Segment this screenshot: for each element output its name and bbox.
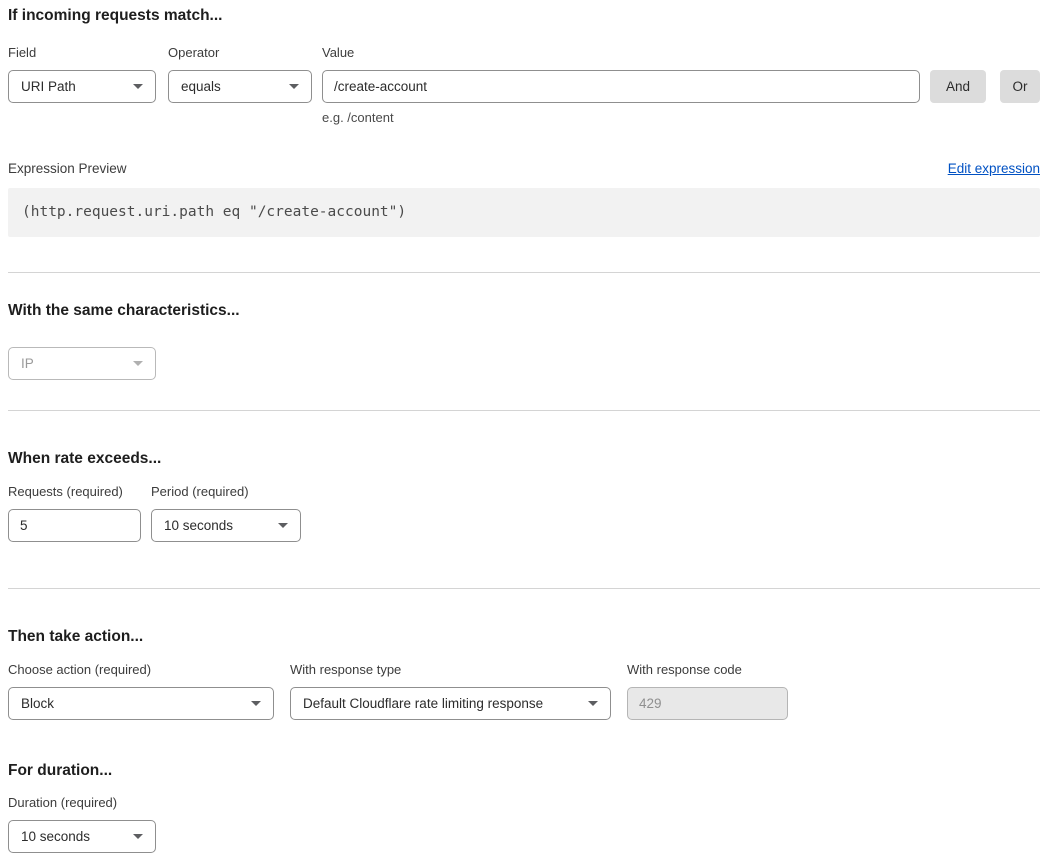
duration-label: Duration (required) — [8, 795, 156, 810]
chevron-down-icon — [133, 834, 143, 839]
or-button[interactable]: Or — [1000, 70, 1040, 103]
match-fields-row: Field URI Path Operator equals Value e.g… — [8, 45, 1040, 125]
edit-expression-link[interactable]: Edit expression — [948, 161, 1040, 176]
choose-action-label: Choose action (required) — [8, 662, 274, 677]
characteristics-section-title: With the same characteristics... — [8, 302, 1040, 320]
duration-section-title: For duration... — [8, 762, 1040, 780]
choose-action-select[interactable]: Block — [8, 687, 274, 720]
chevron-down-icon — [278, 523, 288, 528]
response-type-select[interactable]: Default Cloudflare rate limiting respons… — [290, 687, 611, 720]
requests-input[interactable] — [8, 509, 141, 542]
rate-section-title: When rate exceeds... — [8, 450, 1040, 468]
duration-fields-row: Duration (required) 10 seconds — [8, 795, 1040, 853]
section-divider — [8, 588, 1040, 589]
match-section-title: If incoming requests match... — [8, 7, 1040, 25]
period-select[interactable]: 10 seconds — [151, 509, 301, 542]
requests-label: Requests (required) — [8, 484, 141, 499]
operator-select-value: equals — [181, 79, 221, 94]
response-type-label: With response type — [290, 662, 611, 677]
expression-preview-label: Expression Preview — [8, 161, 127, 176]
duration-select[interactable]: 10 seconds — [8, 820, 156, 853]
chevron-down-icon — [289, 84, 299, 89]
value-label: Value — [322, 45, 920, 60]
choose-action-select-value: Block — [21, 696, 54, 711]
action-section-title: Then take action... — [8, 628, 1040, 646]
action-fields-row: Choose action (required) Block With resp… — [8, 662, 1040, 720]
characteristic-select-value: IP — [21, 356, 34, 371]
operator-select[interactable]: equals — [168, 70, 312, 103]
response-type-select-value: Default Cloudflare rate limiting respons… — [303, 696, 543, 711]
characteristic-select[interactable]: IP — [8, 347, 156, 380]
expression-preview-header: Expression Preview Edit expression — [8, 161, 1040, 176]
rate-fields-row: Requests (required) Period (required) 10… — [8, 484, 1040, 542]
section-divider — [8, 272, 1040, 273]
section-divider — [8, 410, 1040, 411]
rate-limiting-rule-form: If incoming requests match... Field URI … — [0, 0, 1048, 861]
response-code-label: With response code — [627, 662, 788, 677]
period-select-value: 10 seconds — [164, 518, 233, 533]
and-button[interactable]: And — [930, 70, 986, 103]
operator-label: Operator — [168, 45, 312, 60]
field-select[interactable]: URI Path — [8, 70, 156, 103]
field-label: Field — [8, 45, 156, 60]
value-input[interactable] — [322, 70, 920, 103]
response-code-input — [627, 687, 788, 720]
chevron-down-icon — [251, 701, 261, 706]
chevron-down-icon — [588, 701, 598, 706]
value-helper-text: e.g. /content — [322, 110, 920, 125]
field-select-value: URI Path — [21, 79, 76, 94]
period-label: Period (required) — [151, 484, 301, 499]
expression-preview-code: (http.request.uri.path eq "/create-accou… — [8, 188, 1040, 237]
chevron-down-icon — [133, 361, 143, 366]
chevron-down-icon — [133, 84, 143, 89]
